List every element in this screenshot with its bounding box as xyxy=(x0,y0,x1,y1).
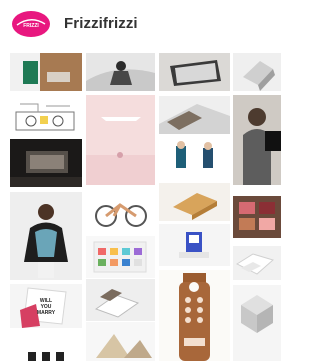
gallery-image[interactable] xyxy=(233,285,281,361)
gallery-image[interactable] xyxy=(159,183,230,221)
gallery-image[interactable] xyxy=(159,224,230,266)
gallery-image[interactable] xyxy=(10,332,82,361)
gallery-image[interactable] xyxy=(233,53,281,91)
gallery-image[interactable] xyxy=(159,96,230,134)
gallery-image[interactable] xyxy=(233,246,281,280)
image-grid: WILL YOU MARRY xyxy=(0,0,281,361)
gallery-image[interactable] xyxy=(86,190,155,232)
gallery-image[interactable] xyxy=(86,95,155,185)
gallery-image[interactable] xyxy=(233,95,281,185)
gallery-image[interactable] xyxy=(10,96,82,134)
gallery-image[interactable] xyxy=(10,192,82,280)
gallery-image[interactable] xyxy=(86,53,155,91)
gallery-image[interactable] xyxy=(10,53,82,91)
gallery-image[interactable] xyxy=(86,236,155,278)
gallery-image[interactable] xyxy=(159,138,230,180)
gallery-image[interactable] xyxy=(233,196,281,238)
gallery-image[interactable] xyxy=(159,53,230,91)
svg-text:MARRY: MARRY xyxy=(37,310,56,316)
gallery-image[interactable] xyxy=(159,270,230,361)
gallery-image[interactable] xyxy=(86,322,155,361)
gallery-image[interactable] xyxy=(86,279,155,321)
gallery-image[interactable] xyxy=(10,139,82,187)
gallery-image[interactable]: WILL YOU MARRY xyxy=(10,284,82,328)
